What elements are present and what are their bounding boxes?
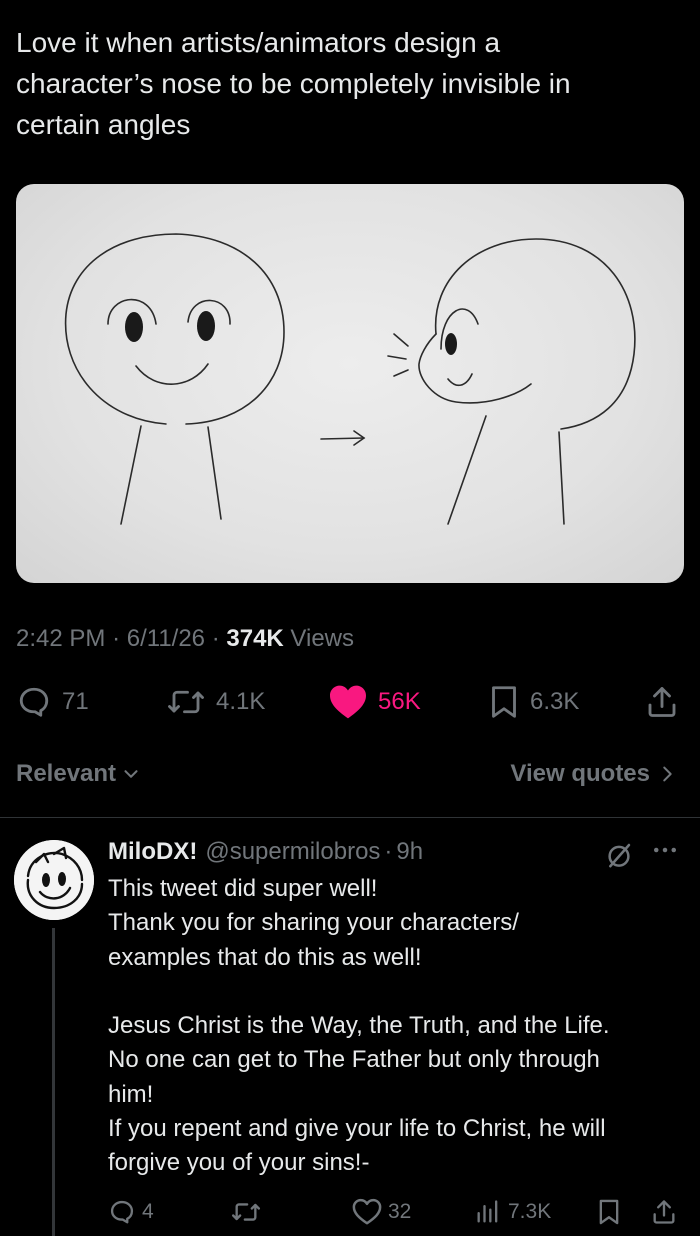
view-quotes-label: View quotes [510, 760, 650, 787]
reply-bookmark-button[interactable] [596, 1194, 622, 1230]
sketch-drawing [64, 233, 636, 525]
meta-separator: · [112, 625, 127, 652]
like-button[interactable]: 56K [328, 680, 421, 724]
heart-icon [352, 1198, 382, 1225]
relevant-label: Relevant [16, 760, 117, 787]
reply-share-button[interactable] [650, 1194, 678, 1230]
bookmark-icon [492, 686, 516, 718]
share-icon [648, 687, 676, 717]
tweet-media-image[interactable] [16, 184, 684, 583]
like-count: 56K [378, 688, 421, 715]
share-button[interactable] [644, 680, 680, 724]
view-quotes-link[interactable]: View quotes [510, 760, 678, 788]
thread-line [52, 928, 55, 1236]
share-icon [653, 1200, 675, 1224]
meta-separator: · [211, 625, 227, 652]
reply-text: This tweet did super well! Thank you for… [108, 875, 610, 1177]
reply-action-bar: 4 32 7.3K [0, 1194, 700, 1230]
reply-like-button[interactable]: 32 [352, 1194, 411, 1230]
tweet-meta: 2:42 PM · 6/11/26 · 374K Views [16, 625, 354, 653]
bookmark-button[interactable]: 6.3K [488, 680, 579, 724]
tweet-text: Love it when artists/animators design a … [16, 27, 571, 140]
repost-icon [232, 1203, 261, 1221]
reply-tweet[interactable]: MiloDX! @supermilobros · 9h This tweet d… [0, 818, 700, 1236]
reply-reply-button[interactable]: 4 [108, 1194, 154, 1230]
more-icon[interactable] [650, 840, 680, 870]
relevant-sort-dropdown[interactable]: Relevant [16, 760, 142, 788]
bookmark-icon [599, 1199, 619, 1225]
reply-count: 71 [62, 688, 89, 715]
views-label: Views [290, 625, 355, 652]
grok-icon[interactable] [604, 840, 634, 870]
reply-time[interactable]: 9h [396, 838, 423, 866]
bookmark-count: 6.3K [530, 688, 580, 715]
heart-filled-icon [330, 685, 366, 719]
repost-count: 4.1K [216, 688, 266, 715]
reply-icon [110, 1200, 134, 1224]
chevron-right-icon [663, 766, 672, 782]
repost-button[interactable]: 4.1K [166, 680, 265, 724]
reply-views-button[interactable]: 7.3K [474, 1194, 551, 1230]
tweet-action-bar: 71 4.1K 56K 6.3K [0, 680, 700, 724]
tweet-time: 2:42 PM [16, 625, 106, 652]
reply-views-count: 7.3K [508, 1200, 552, 1223]
avatar[interactable] [14, 840, 94, 920]
reply-button[interactable]: 71 [16, 680, 89, 724]
views-icon [477, 1200, 498, 1223]
chevron-down-icon [124, 770, 138, 778]
avatar-image [14, 840, 94, 920]
replies-sort-bar: Relevant View quotes [0, 756, 700, 796]
reply-author-name[interactable]: MiloDX! [108, 838, 197, 866]
tweet-date: 6/11/26 [126, 625, 206, 652]
views-count: 374K [226, 625, 284, 652]
reply-separator: · [384, 838, 393, 865]
reply-like-count: 32 [388, 1200, 412, 1223]
reply-repost-button[interactable] [230, 1194, 268, 1230]
reply-author-handle[interactable]: @supermilobros [205, 838, 380, 866]
repost-icon [168, 690, 204, 714]
reply-reply-count: 4 [142, 1200, 154, 1223]
reply-icon [19, 687, 49, 717]
reply-header: MiloDX! @supermilobros · 9h [108, 838, 423, 866]
